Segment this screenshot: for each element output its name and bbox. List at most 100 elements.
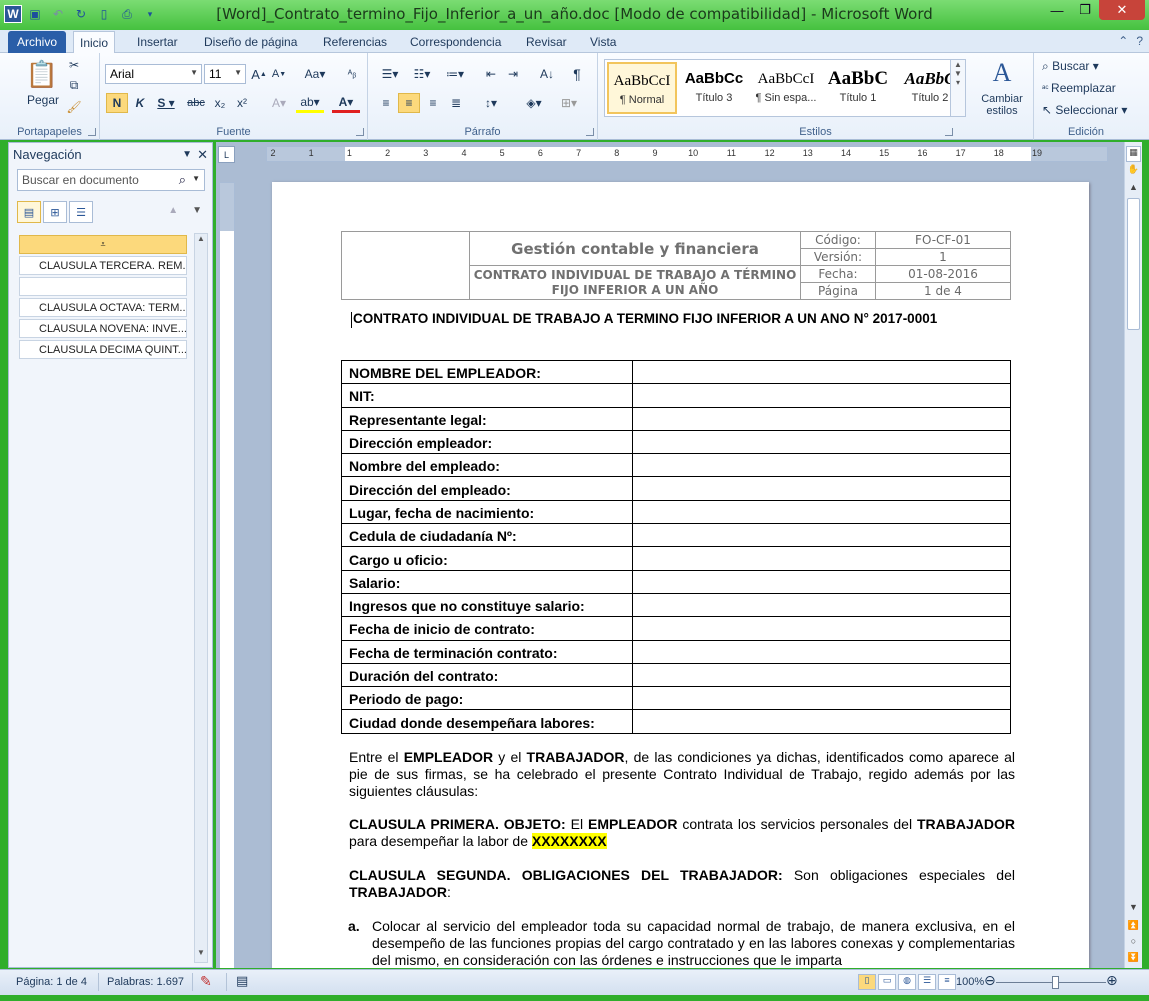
scroll-down-arrow-icon[interactable]: ▼ (1126, 902, 1141, 918)
styles-gallery-scroll[interactable]: ▲ ▼ ▾ (950, 60, 965, 116)
nav-close-icon[interactable]: ✕ (197, 147, 208, 163)
align-right-icon[interactable]: ≡ (423, 93, 443, 113)
highlight-color-icon[interactable]: ab▾ (296, 93, 324, 113)
sort-icon[interactable]: A↓ (536, 65, 558, 83)
text-effects-icon[interactable]: A▾ (266, 93, 292, 113)
font-color-icon[interactable]: A▾ (332, 93, 360, 113)
font-size-combo[interactable]: 11 ▼ (204, 64, 246, 84)
font-launcher[interactable] (356, 128, 364, 136)
search-icon[interactable]: ⌕ (179, 172, 186, 188)
contract-field-value[interactable] (632, 476, 1011, 501)
strikethrough-button[interactable]: abc (184, 93, 208, 113)
bullets-icon[interactable]: ☰▾ (376, 65, 404, 83)
nav-heading-item[interactable]: CLAUSULA DECIMA QUINT... (19, 340, 187, 359)
multilevel-list-icon[interactable]: ≔▾ (440, 65, 470, 83)
contract-field-value[interactable] (632, 686, 1011, 711)
full-screen-view-icon[interactable]: ▭ (878, 974, 896, 990)
collapse-ribbon-icon[interactable]: ⌃ (1118, 34, 1128, 48)
nav-scrollbar[interactable]: ▲ ▼ (194, 233, 208, 963)
maximize-button[interactable]: ❐ (1071, 0, 1099, 20)
nav-options-icon[interactable]: ▼ (182, 149, 192, 160)
vertical-ruler[interactable] (219, 182, 235, 968)
change-styles-icon[interactable]: A (982, 57, 1022, 89)
nav-collapse-item[interactable]: ⩡ (19, 235, 187, 254)
tab-mailings[interactable]: Correspondencia (404, 31, 507, 53)
contract-field-value[interactable] (632, 523, 1011, 548)
scroll-up-arrow-icon[interactable]: ▲ (1126, 182, 1141, 198)
contract-field-value[interactable] (632, 709, 1011, 734)
scroll-up-icon[interactable]: ✋ (1126, 164, 1141, 180)
underline-button[interactable]: S ▾ (152, 93, 180, 113)
scroll-up-icon[interactable]: ▲ (195, 234, 207, 248)
scroll-down-icon[interactable]: ▼ (195, 948, 207, 962)
shrink-font-icon[interactable]: A ▼ (270, 65, 288, 83)
replace-button[interactable]: ᵃᶜ Reemplazar (1042, 79, 1116, 97)
contract-field-value[interactable] (632, 616, 1011, 641)
increase-indent-icon[interactable]: ⇥ (504, 65, 522, 83)
align-left-icon[interactable]: ≡ (376, 93, 396, 113)
next-heading-icon[interactable]: ▼ (192, 205, 202, 216)
select-button[interactable]: ↖ Seleccionar ▾ (1042, 101, 1127, 119)
find-button[interactable]: ⌕ Buscar ▾ (1042, 57, 1099, 75)
nav-heading-item[interactable] (19, 277, 187, 296)
tab-file[interactable]: Archivo (8, 31, 67, 53)
previous-page-icon[interactable]: ⏫ (1126, 920, 1141, 936)
outline-view-icon[interactable]: ☰ (918, 974, 936, 990)
style-no-spacing[interactable]: AaBbCcI ¶ Sin espa... (751, 62, 821, 114)
font-name-combo[interactable]: Arial ▼ (105, 64, 202, 84)
paste-button[interactable]: Pegar (24, 93, 62, 107)
tab-references[interactable]: Referencias (317, 31, 393, 53)
contract-field-value[interactable] (632, 662, 1011, 688)
style-normal[interactable]: AaBbCcI ¶ Normal (607, 62, 677, 114)
contract-field-value[interactable] (632, 499, 1011, 525)
pages-view-icon[interactable]: ⊞ (43, 201, 67, 223)
tab-home[interactable]: Inicio (73, 31, 116, 54)
print-layout-view-icon[interactable]: ▯ (858, 974, 876, 990)
show-formatting-icon[interactable]: ¶ (568, 65, 586, 83)
copy-icon[interactable]: ⧉ (66, 77, 82, 93)
contract-field-value[interactable] (632, 359, 1011, 385)
nav-heading-item[interactable]: CLAUSULA TERCERA. REM... (19, 256, 187, 275)
web-layout-view-icon[interactable]: ◍ (898, 974, 916, 990)
scroll-thumb[interactable] (1127, 198, 1140, 330)
contract-field-value[interactable] (632, 383, 1011, 408)
previous-heading-icon[interactable]: ▲ (168, 205, 178, 216)
contract-field-value[interactable] (632, 639, 1011, 664)
borders-icon[interactable]: ⊞▾ (556, 93, 582, 113)
headings-view-icon[interactable]: ▤ (17, 201, 41, 223)
document-scrollbar[interactable]: ▦ ✋ ▲ ▼ ⏫ ○ ⏬ (1124, 142, 1142, 968)
close-button[interactable]: ✕ (1099, 0, 1145, 20)
clear-formatting-icon[interactable]: ᴬᵦ (343, 65, 361, 83)
ruler-toggle-icon[interactable]: ▦ (1126, 146, 1141, 162)
nav-search-input[interactable]: Buscar en documento ⌕ ▼ (17, 169, 205, 191)
minimize-button[interactable]: — (1043, 0, 1071, 20)
draft-view-icon[interactable]: ≡ (938, 974, 956, 990)
align-center-icon[interactable]: ≡ (398, 93, 420, 113)
tab-selector-icon[interactable]: L (218, 146, 235, 163)
grow-font-icon[interactable]: A ▲ (250, 65, 268, 83)
search-options-icon[interactable]: ▼ (192, 174, 200, 183)
subscript-button[interactable]: x₂ (210, 93, 230, 113)
clipboard-launcher[interactable] (88, 128, 96, 136)
proofing-icon[interactable]: ✎ (200, 973, 212, 990)
results-view-icon[interactable]: ☰ (69, 201, 93, 223)
nav-heading-item[interactable]: CLAUSULA OCTAVA: TERM... (19, 298, 187, 317)
zoom-slider-track[interactable] (996, 982, 1106, 983)
bold-button[interactable]: N (106, 93, 128, 113)
contract-field-value[interactable] (632, 453, 1011, 478)
paste-icon[interactable]: 📋 (24, 57, 60, 91)
browse-object-icon[interactable]: ○ (1126, 936, 1141, 952)
style-heading-3[interactable]: AaBbCc Título 3 (679, 62, 749, 114)
contract-field-value[interactable] (632, 546, 1011, 571)
tab-insert[interactable]: Insertar (131, 31, 184, 53)
cut-icon[interactable]: ✂ (66, 57, 82, 73)
zoom-in-icon[interactable]: ⊕ (1106, 972, 1118, 989)
tab-review[interactable]: Revisar (520, 31, 573, 53)
numbering-icon[interactable]: ☷▾ (408, 65, 436, 83)
document-page[interactable]: Gestión contable y financiera Código: FO… (272, 182, 1089, 968)
page-count[interactable]: Página: 1 de 4 (16, 976, 87, 988)
styles-launcher[interactable] (945, 128, 953, 136)
tab-page-layout[interactable]: Diseño de página (198, 31, 303, 53)
italic-button[interactable]: K (131, 93, 149, 113)
nav-heading-item[interactable]: CLAUSULA NOVENA: INVE... (19, 319, 187, 338)
